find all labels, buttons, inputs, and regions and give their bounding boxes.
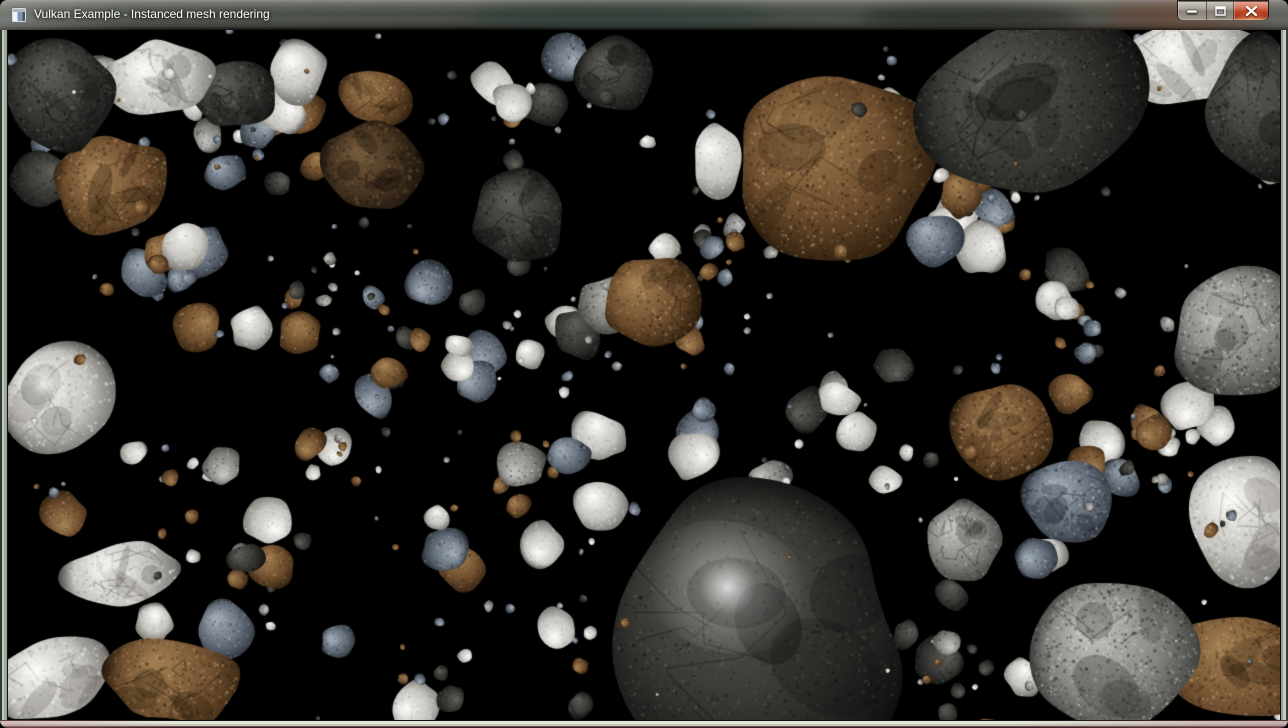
window-controls — [1178, 1, 1268, 20]
window-resize-edge-bottom[interactable] — [0, 720, 1288, 728]
window-resize-edge-right[interactable] — [1280, 30, 1288, 720]
window-titlebar[interactable]: Vulkan Example - Instanced mesh renderin… — [0, 0, 1288, 30]
render-area — [8, 30, 1280, 720]
minimize-button[interactable] — [1178, 1, 1206, 20]
app-window: Vulkan Example - Instanced mesh renderin… — [0, 0, 1288, 728]
close-button[interactable] — [1234, 1, 1268, 20]
render-viewport[interactable] — [8, 30, 1280, 720]
maximize-button[interactable] — [1206, 1, 1234, 20]
titlebar-glass-sheen — [470, 4, 770, 30]
close-icon — [1246, 6, 1257, 16]
app-icon[interactable] — [11, 7, 27, 23]
minimize-icon — [1187, 6, 1197, 15]
maximize-icon — [1215, 6, 1226, 16]
window-resize-edge-left[interactable] — [0, 30, 8, 720]
window-title: Vulkan Example - Instanced mesh renderin… — [34, 0, 270, 29]
titlebar-glass-sheen — [860, 6, 1080, 30]
